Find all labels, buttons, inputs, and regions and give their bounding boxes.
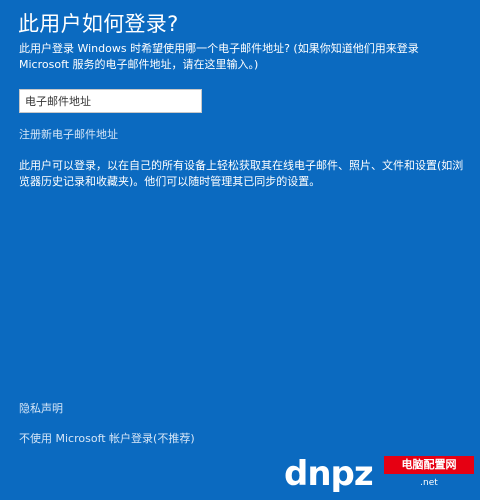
watermark-badge: 电脑配置网 bbox=[384, 456, 474, 474]
email-input[interactable] bbox=[19, 89, 202, 113]
watermark-logo-letters: dnpz bbox=[284, 454, 374, 494]
description-text: 此用户可以登录，以在自己的所有设备上轻松获取其在线电子邮件、照片、文件和设置(如… bbox=[19, 159, 464, 188]
intro-text: 此用户登录 Windows 时希望使用哪一个电子邮件地址? (如果你知道他们用来… bbox=[19, 42, 419, 71]
dialog-title: 此用户如何登录? bbox=[18, 12, 179, 36]
skip-microsoft-account-link[interactable]: 不使用 Microsoft 帐户登录(不推荐) bbox=[19, 430, 195, 446]
register-email-link[interactable]: 注册新电子邮件地址 bbox=[19, 126, 118, 142]
site-watermark: dnpz 电脑配置网 .net bbox=[284, 454, 474, 494]
privacy-statement-link[interactable]: 隐私声明 bbox=[19, 400, 63, 416]
watermark-url: .net bbox=[420, 478, 438, 488]
account-dialog: 此用户如何登录? 此用户登录 Windows 时希望使用哪一个电子邮件地址? (… bbox=[0, 0, 480, 500]
